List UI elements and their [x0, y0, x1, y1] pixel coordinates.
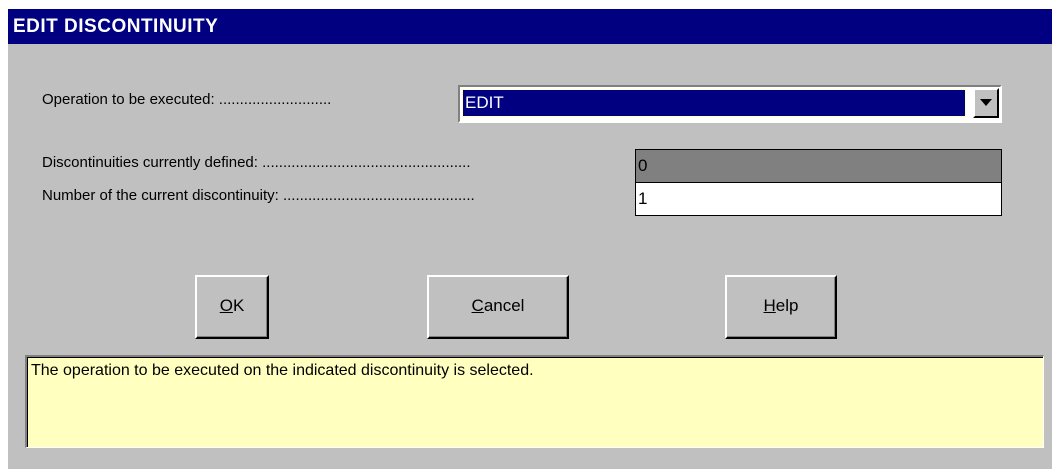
status-message-box: The operation to be executed on the indi… [25, 355, 1044, 448]
current-label-text: Number of the current discontinuity: [42, 187, 283, 204]
cancel-button[interactable]: Cancel [427, 275, 569, 339]
status-message: The operation to be executed on the indi… [27, 357, 1043, 447]
defined-count-field: 0 [635, 149, 1002, 183]
help-button[interactable]: Help [725, 275, 837, 339]
defined-label-dots: ........................................… [262, 154, 471, 171]
defined-label: Discontinuities currently defined: .....… [42, 154, 636, 171]
defined-label-text: Discontinuities currently defined: [42, 154, 263, 171]
window-title: EDIT DISCONTINUITY [13, 16, 219, 37]
operation-label: Operation to be executed: ..............… [42, 91, 462, 108]
help-label-rest: elp [775, 296, 799, 315]
current-number-field[interactable]: 1 [635, 183, 1002, 216]
help-accel: H [763, 296, 776, 315]
operation-select[interactable]: EDIT [458, 85, 1002, 123]
title-bar: EDIT DISCONTINUITY [8, 9, 1052, 44]
edit-discontinuity-dialog: EDIT DISCONTINUITY Operation to be execu… [8, 9, 1052, 469]
cancel-accel: C [471, 296, 484, 315]
operation-select-value[interactable]: EDIT [462, 89, 966, 117]
chevron-down-icon [980, 99, 992, 106]
operation-label-text: Operation to be executed: [42, 91, 219, 108]
current-label-dots: ........................................… [282, 187, 475, 204]
ok-accel: O [219, 296, 233, 315]
ok-button[interactable]: OK [195, 275, 269, 339]
operation-label-dots: ........................... [218, 91, 332, 108]
current-label: Number of the current discontinuity: ...… [42, 187, 636, 204]
operation-dropdown-button[interactable] [973, 88, 999, 118]
ok-label-rest: K [232, 296, 245, 315]
cancel-label-rest: ancel [483, 296, 525, 315]
